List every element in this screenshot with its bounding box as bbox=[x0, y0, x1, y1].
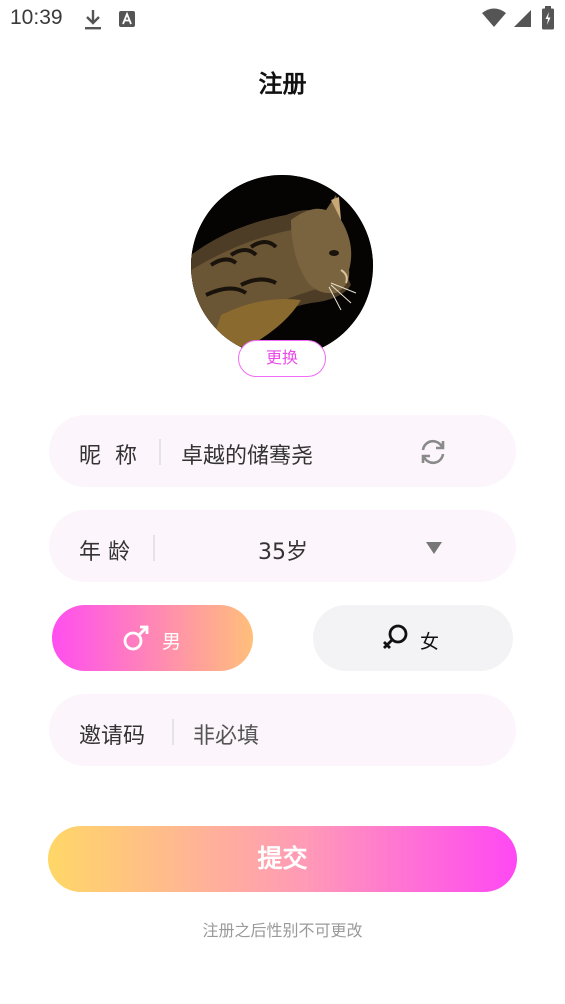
invite-code-label: 邀请码 bbox=[79, 724, 146, 749]
dropdown-arrow-icon[interactable] bbox=[425, 540, 443, 559]
nickname-divider bbox=[159, 439, 161, 465]
male-icon bbox=[122, 624, 150, 656]
font-a-icon bbox=[118, 10, 136, 28]
cat-photo bbox=[191, 175, 373, 357]
nickname-label: 昵 称 bbox=[79, 444, 137, 469]
female-icon bbox=[380, 622, 410, 656]
invite-code-divider bbox=[172, 719, 174, 745]
signal-icon bbox=[512, 8, 532, 28]
age-value[interactable]: 35岁 bbox=[258, 534, 308, 566]
battery-icon bbox=[541, 6, 555, 30]
page-title: 注册 bbox=[258, 70, 307, 98]
avatar[interactable] bbox=[191, 175, 373, 357]
submit-button[interactable]: 提交 bbox=[48, 826, 517, 892]
status-time: 10:39 bbox=[10, 6, 63, 29]
download-icon bbox=[83, 8, 103, 32]
invite-code-input[interactable]: 非必填 bbox=[193, 718, 259, 750]
wifi-icon bbox=[481, 8, 507, 28]
age-divider bbox=[153, 535, 155, 561]
nickname-input[interactable]: 卓越的储骞尧 bbox=[181, 438, 313, 470]
gender-male-label: 男 bbox=[162, 631, 182, 653]
change-avatar-button[interactable]: 更换 bbox=[238, 340, 326, 377]
gender-note: 注册之后性别不可更改 bbox=[202, 921, 363, 940]
gender-female-label: 女 bbox=[420, 631, 440, 653]
gender-female-button[interactable] bbox=[313, 605, 513, 671]
age-label: 年 龄 bbox=[79, 540, 130, 565]
refresh-icon[interactable] bbox=[417, 436, 449, 472]
gender-male-button[interactable] bbox=[52, 605, 253, 671]
